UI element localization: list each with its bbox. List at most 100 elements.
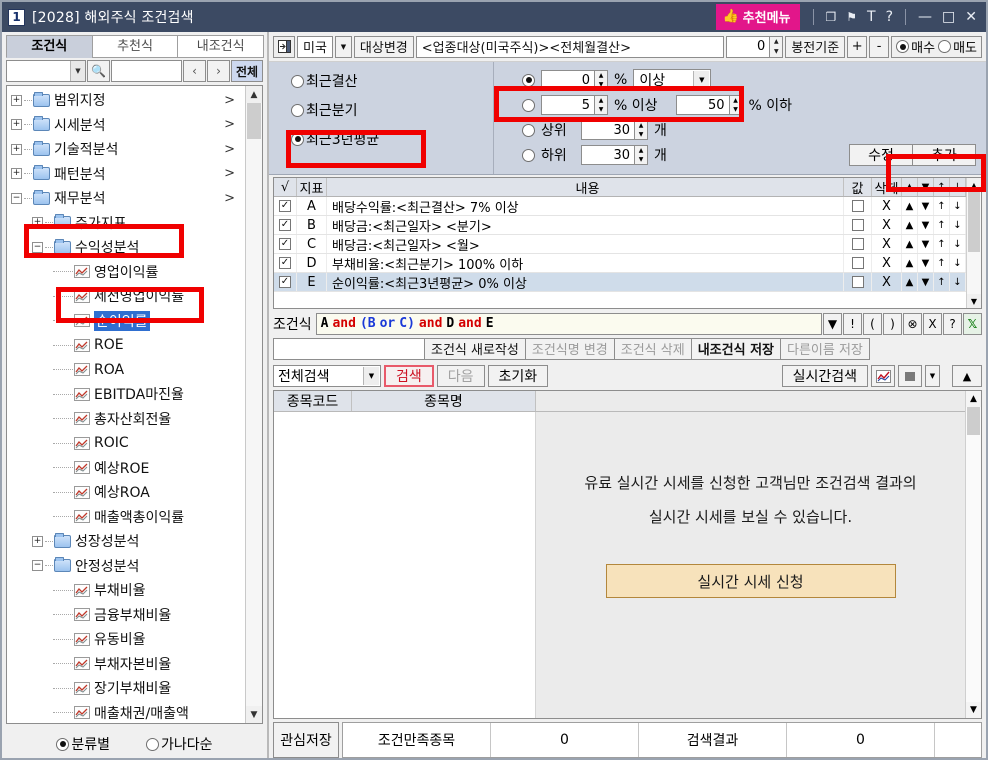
line-chart-icon[interactable]	[871, 365, 895, 387]
row-value-checkbox[interactable]	[844, 216, 872, 234]
results-scrollbar[interactable]: ▲ ▼	[965, 391, 981, 718]
criteria-range-high-stepper[interactable]: ▲ ▼	[729, 95, 743, 115]
row-delete-button[interactable]: X	[872, 254, 902, 272]
edit-condition-button[interactable]: 수정	[849, 144, 913, 166]
search-button[interactable]: 검색	[384, 365, 434, 387]
checkbox-icon[interactable]: ✓	[279, 276, 291, 288]
tree-item[interactable]: 순이익률	[7, 309, 245, 334]
tree-folder[interactable]: + 기술적분석 >	[7, 137, 245, 162]
row-delete-button[interactable]: X	[872, 235, 902, 253]
row-value-checkbox[interactable]	[844, 254, 872, 272]
row-delete-button[interactable]: X	[872, 216, 902, 234]
results-scroll-thumb[interactable]	[967, 407, 980, 435]
scroll-down-icon[interactable]: ▼	[246, 706, 262, 723]
period-option-1[interactable]: 최근분기	[291, 100, 493, 120]
radio-icon[interactable]	[56, 737, 70, 751]
trade-side-1[interactable]: 매도	[938, 37, 977, 56]
minimize-button[interactable]: —	[913, 7, 937, 27]
row-move-up[interactable]: ▲	[902, 254, 918, 272]
chevron-right-icon[interactable]: >	[224, 142, 235, 157]
criteria-radio-value[interactable]	[522, 73, 535, 87]
row-checkbox[interactable]: ✓	[274, 254, 297, 272]
row-move-bottom[interactable]: ↓	[950, 254, 966, 272]
tree-folder[interactable]: − 재무분석 >	[7, 186, 245, 211]
panel-toggle-icon[interactable]	[273, 35, 295, 58]
conditions-scroll-track[interactable]	[967, 192, 981, 294]
results-scroll-track[interactable]	[966, 407, 981, 702]
tree-item[interactable]: ROE	[7, 333, 245, 358]
row-move-top[interactable]: ↑	[934, 197, 950, 215]
excel-export-icon[interactable]: 𝕏	[963, 312, 982, 335]
triangle-up-icon[interactable]: ▲	[952, 365, 982, 387]
tree-item[interactable]: 예상ROE	[7, 456, 245, 481]
radio-icon[interactable]	[896, 40, 910, 53]
maximize-button[interactable]: □	[937, 7, 960, 27]
row-move-top[interactable]: ↑	[934, 216, 950, 234]
checkbox-icon[interactable]: ✓	[279, 238, 291, 250]
row-checkbox[interactable]: ✓	[274, 197, 297, 215]
criteria-value-input[interactable]: 0	[541, 70, 595, 90]
expand-icon[interactable]: +	[32, 217, 43, 229]
tab-1[interactable]: 추천식	[91, 35, 179, 58]
checkbox-icon[interactable]	[851, 276, 864, 288]
minus-button[interactable]: -	[869, 35, 890, 58]
tree-folder[interactable]: + 패턴분석 >	[7, 162, 245, 187]
tree-item[interactable]: 부채자본비율	[7, 652, 245, 677]
checkbox-icon[interactable]: ✓	[279, 257, 291, 269]
scroll-up-icon[interactable]: ▲	[246, 86, 262, 103]
pin-icon[interactable]: ⚑	[841, 7, 862, 27]
chevron-right-icon[interactable]: >	[224, 191, 235, 206]
bar-count-input[interactable]: 0	[726, 35, 771, 58]
tree-folder[interactable]: + 주가지표	[7, 211, 245, 236]
rename-formula-button[interactable]: 조건식명 변경	[524, 337, 615, 360]
tree-item[interactable]: 유동비율	[7, 627, 245, 652]
tree-scrollbar[interactable]: ▲ ▼	[245, 86, 262, 723]
tree-item[interactable]: 총자산회전율	[7, 407, 245, 432]
scroll-up-icon[interactable]: ▲	[966, 391, 981, 407]
trade-side-0[interactable]: 매수	[896, 37, 935, 56]
table-row[interactable]: ✓ D 부채비율:<최근분기> 100% 이하 X ▲ ▼ ↑ ↓	[274, 254, 966, 273]
tree-folder[interactable]: + 시세분석 >	[7, 113, 245, 138]
radio-icon[interactable]	[291, 74, 304, 88]
row-move-up[interactable]: ▲	[902, 197, 918, 215]
window-restore-icon[interactable]: ❐	[821, 7, 842, 27]
expand-icon[interactable]: +	[32, 535, 43, 547]
row-checkbox[interactable]: ✓	[274, 216, 297, 234]
criteria-range-high-input[interactable]: 50	[675, 95, 730, 115]
tree-item[interactable]: EBITDA마진율	[7, 382, 245, 407]
prev-button[interactable]: ‹	[183, 60, 206, 82]
formula-open-paren-button[interactable]: (	[863, 312, 882, 335]
chevron-right-icon[interactable]: >	[224, 166, 235, 181]
apply-realtime-quote-button[interactable]: 실시간 시세 신청	[605, 564, 896, 598]
delete-formula-button[interactable]: 조건식 삭제	[613, 337, 692, 360]
formula-close-paren-button[interactable]: )	[883, 312, 902, 335]
criteria-radio-range[interactable]	[522, 98, 535, 112]
new-formula-button[interactable]: 조건식 새로작성	[424, 337, 526, 360]
checkbox-icon[interactable]: ✓	[279, 200, 291, 212]
table-row[interactable]: ✓ A 배당수익률:<최근결산> 7% 이상 X ▲ ▼ ↑ ↓	[274, 197, 966, 216]
formula-delete-button[interactable]: X	[923, 312, 942, 335]
criteria-compare-select[interactable]: 이상 ▼	[633, 69, 712, 91]
tree-folder[interactable]: + 범위지정 >	[7, 88, 245, 113]
tab-2[interactable]: 내조건식	[177, 35, 265, 58]
row-move-bottom[interactable]: ↓	[950, 216, 966, 234]
sort-option-0[interactable]: 분류별	[56, 734, 110, 754]
collapse-icon[interactable]: −	[32, 241, 43, 253]
table-row[interactable]: ✓ C 배당금:<최근일자> <월> X ▲ ▼ ↑ ↓	[274, 235, 966, 254]
formula-input[interactable]: Aand (B or C) and Dand E	[315, 312, 822, 335]
criteria-bottom-stepper[interactable]: ▲ ▼	[635, 145, 648, 165]
tree-folder[interactable]: − 안정성분석	[7, 554, 245, 579]
next-button[interactable]: ›	[207, 60, 230, 82]
bar-count-stepper[interactable]: ▲ ▼	[770, 35, 784, 58]
tree-item[interactable]: 예상ROA	[7, 480, 245, 505]
period-option-0[interactable]: 최근결산	[291, 71, 493, 91]
chevron-right-icon[interactable]: >	[224, 93, 235, 108]
realtime-search-button[interactable]: 실시간검색	[781, 365, 868, 387]
tree-item[interactable]: 매출액총이익률	[7, 505, 245, 530]
row-move-up[interactable]: ▲	[902, 216, 918, 234]
tree-item[interactable]: 영업이익률	[7, 260, 245, 285]
bar-basis-button[interactable]: 봉전기준	[785, 35, 846, 58]
tree-item[interactable]: 매출채권/매출액	[7, 701, 245, 724]
save-watchlist-button[interactable]: 관심저장	[273, 722, 339, 758]
expand-icon[interactable]: +	[11, 143, 22, 155]
